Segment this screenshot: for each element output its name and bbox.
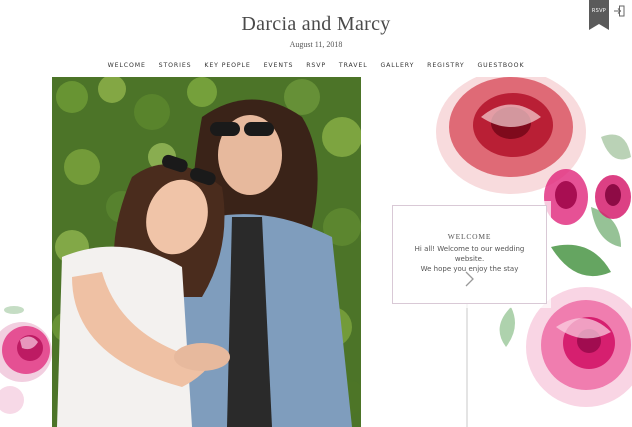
nav-registry[interactable]: REGISTRY [427, 62, 464, 69]
nav-guestbook[interactable]: GUESTBOOK [477, 62, 524, 69]
couple-photo [52, 77, 361, 427]
wedding-date: August 11, 2018 [289, 40, 343, 49]
nav-stories[interactable]: STORIES [159, 62, 192, 69]
nav-gallery[interactable]: GALLERY [380, 62, 414, 69]
welcome-card-title: WELCOME [447, 232, 492, 241]
welcome-card: WELCOME Hi all! Welcome to our wedding w… [392, 205, 547, 304]
nav-events[interactable]: EVENTS [264, 62, 294, 69]
nav-rsvp[interactable]: RSVP [306, 62, 326, 69]
chevron-right-icon[interactable] [461, 269, 477, 289]
nav-key-people[interactable]: KEY PEOPLE [204, 62, 250, 69]
main-nav: WELCOME STORIES KEY PEOPLE EVENTS RSVP T… [0, 62, 632, 69]
welcome-line-1: Hi all! Welcome to our wedding website. [414, 245, 525, 263]
sign-stand-pole [466, 302, 468, 427]
page-title: Darcia and Marcy [241, 13, 391, 35]
login-icon[interactable] [613, 5, 625, 17]
rsvp-ribbon-label: RSVP [591, 8, 607, 14]
nav-travel[interactable]: TRAVEL [339, 62, 368, 69]
nav-welcome[interactable]: WELCOME [108, 62, 146, 69]
rsvp-ribbon-button[interactable]: RSVP [589, 0, 609, 30]
site-header: Darcia and Marcy August 11, 2018 WELCOME… [0, 0, 632, 78]
left-rose-watercolor [0, 306, 52, 414]
